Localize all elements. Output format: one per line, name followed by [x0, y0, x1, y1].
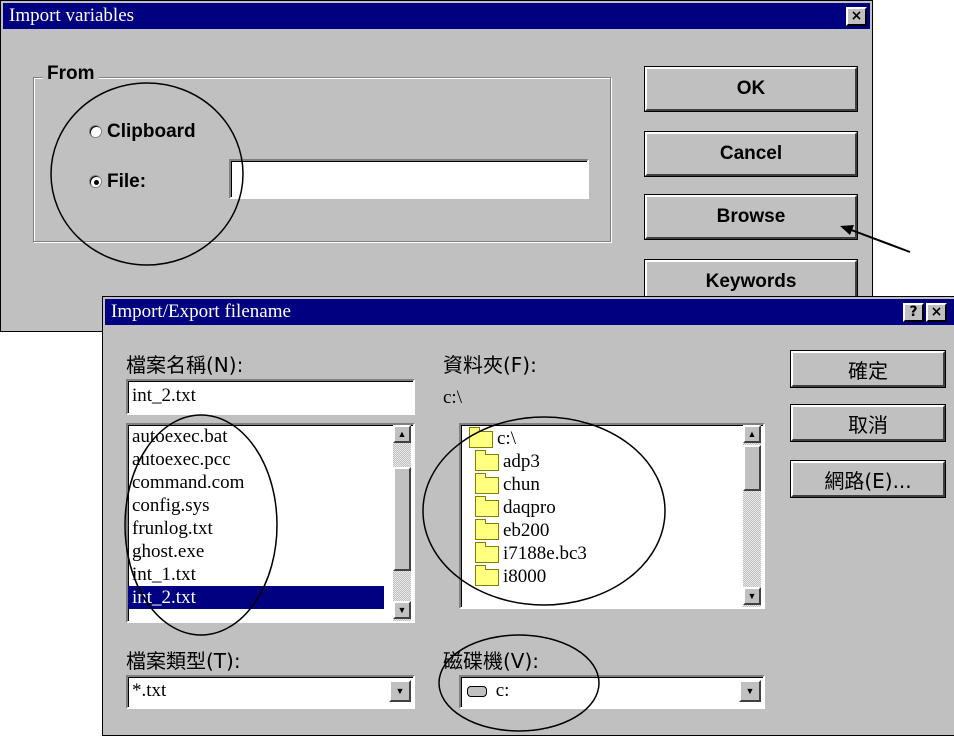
import-variables-dialog: Import variables × From Clipboard File: … [0, 0, 873, 332]
close-icon: × [930, 304, 943, 320]
network-button-label: 網路(E)... [824, 468, 912, 493]
ok-button[interactable]: OK [644, 66, 858, 112]
file-dialog-title: Import/Export filename [111, 301, 291, 322]
cancel-button[interactable]: Cancel [644, 131, 858, 177]
browse-button-label: Browse [716, 206, 786, 227]
drive-dropdown-button[interactable]: ▼ [739, 680, 761, 702]
filetype-select[interactable]: *.txt ▼ [126, 675, 415, 709]
cancel-button-label: Cancel [719, 143, 783, 164]
annotation-ellipse-files [124, 414, 278, 636]
file-dialog-close-button[interactable]: × [926, 303, 947, 322]
chevron-down-icon: ▼ [395, 686, 405, 696]
annotation-ellipse-radios [50, 82, 244, 266]
folder-label: 資料夾(F): [443, 353, 537, 377]
filetype-dropdown-button[interactable]: ▼ [389, 680, 411, 702]
scroll-up-button[interactable]: ▲ [743, 425, 761, 443]
scroll-up-button[interactable]: ▲ [393, 425, 411, 443]
import-export-filename-dialog: Import/Export filename ? × 檔案名稱(N): int_… [102, 296, 954, 736]
confirm-button[interactable]: 確定 [790, 350, 946, 388]
current-folder-path: c:\ [443, 387, 462, 408]
import-dialog-close-button[interactable]: × [846, 7, 867, 26]
filename-input[interactable]: int_2.txt [126, 379, 415, 415]
file-dialog-titlebar: Import/Export filename [105, 299, 954, 325]
arrow-down-icon: ▼ [397, 605, 407, 615]
import-dialog-titlebar: Import variables [3, 3, 870, 29]
file-dialog-cancel-label: 取消 [848, 412, 888, 437]
browse-button[interactable]: Browse [644, 194, 858, 240]
ok-button-label: OK [736, 78, 766, 99]
arrow-down-icon: ▼ [747, 591, 757, 601]
folder-tree-scrollbar[interactable]: ▲ ▼ [741, 425, 763, 607]
scroll-down-button[interactable]: ▼ [393, 601, 411, 619]
import-dialog-title: Import variables [9, 5, 135, 26]
help-icon: ? [909, 304, 918, 320]
file-list-scrollbar[interactable]: ▲ ▼ [391, 425, 413, 621]
arrow-up-icon: ▲ [397, 429, 407, 439]
chevron-down-icon: ▼ [745, 686, 755, 696]
filename-label: 檔案名稱(N): [126, 353, 244, 377]
file-dialog-cancel-button[interactable]: 取消 [790, 404, 946, 442]
scrollbar-thumb[interactable] [393, 467, 411, 571]
scrollbar-thumb[interactable] [743, 445, 761, 491]
confirm-button-label: 確定 [848, 358, 888, 383]
file-path-input[interactable] [229, 159, 589, 199]
network-button[interactable]: 網路(E)... [790, 460, 946, 498]
annotation-arrow [840, 225, 911, 253]
keywords-button-label: Keywords [705, 271, 797, 292]
arrow-up-icon: ▲ [747, 429, 757, 439]
help-button[interactable]: ? [903, 303, 924, 322]
close-icon: × [850, 8, 863, 24]
annotation-ellipse-folders [422, 416, 666, 606]
scroll-down-button[interactable]: ▼ [743, 587, 761, 605]
filetype-label: 檔案類型(T): [126, 649, 241, 673]
filetype-value: *.txt [132, 680, 167, 701]
annotation-ellipse-drive [438, 634, 600, 732]
